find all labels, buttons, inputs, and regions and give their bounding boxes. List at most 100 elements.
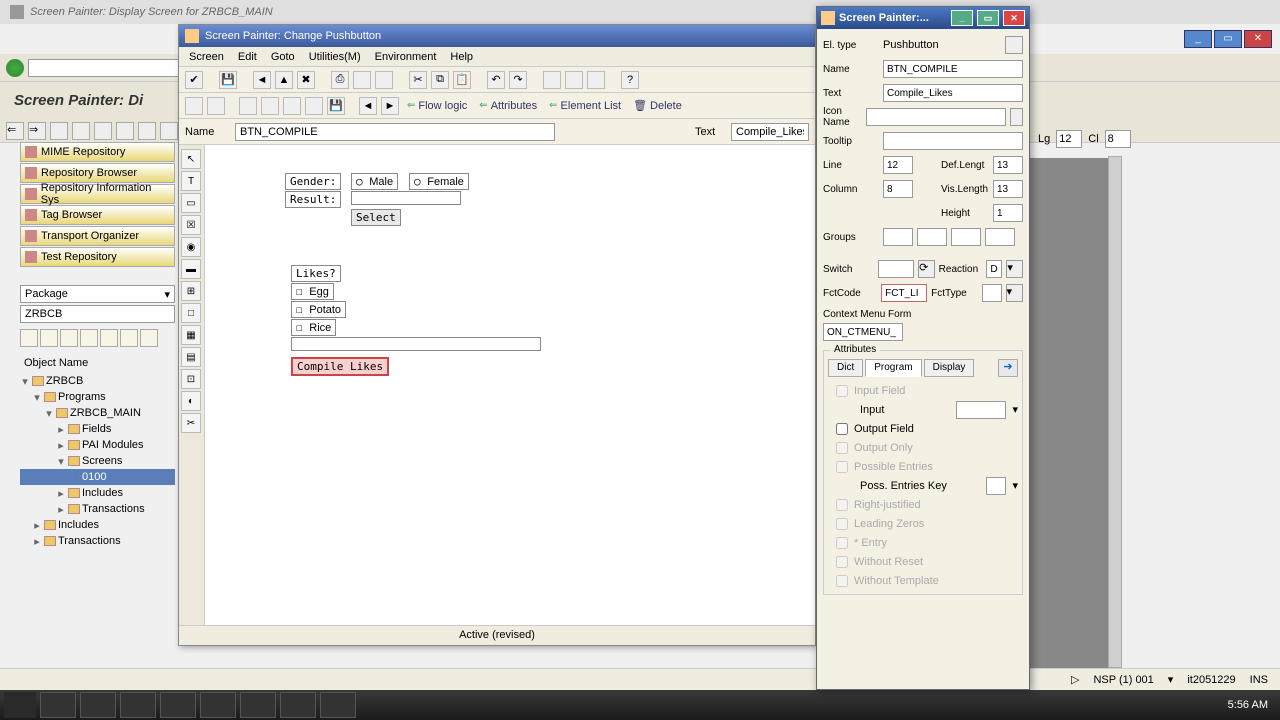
tool-icon[interactable] [375, 71, 393, 89]
prop-fctcode-input[interactable] [881, 284, 927, 302]
chk-output-field[interactable] [836, 423, 848, 435]
radio-male[interactable]: Male [351, 173, 398, 190]
nav-tag-browser[interactable]: Tag Browser [20, 205, 175, 225]
minimize-button[interactable]: _ [951, 10, 973, 26]
close-button[interactable]: ✕ [1244, 30, 1272, 48]
print-icon[interactable]: ⎙ [331, 71, 349, 89]
tree-tool-icon[interactable] [80, 329, 98, 347]
nav-test-repo[interactable]: Test Repository [20, 247, 175, 267]
enter-icon[interactable] [6, 59, 24, 77]
prop-line-input[interactable] [883, 156, 913, 174]
bg-scrollbar[interactable] [1108, 156, 1122, 668]
prop-fcttype-input[interactable] [982, 284, 1002, 302]
tool-icon[interactable] [160, 122, 178, 140]
prop-text-input[interactable] [883, 84, 1023, 102]
box-tool-icon[interactable]: □ [181, 303, 201, 323]
tree-tool-icon[interactable] [120, 329, 138, 347]
package-input[interactable] [20, 305, 175, 323]
element-text-input[interactable] [731, 123, 809, 141]
menu-screen[interactable]: Screen [189, 51, 224, 63]
package-dropdown[interactable]: Package▾ [20, 285, 175, 303]
custom-tool-icon[interactable]: ⊡ [181, 369, 201, 389]
check-tool-icon[interactable]: ☒ [181, 215, 201, 235]
check-egg[interactable]: Egg [291, 283, 334, 300]
tool-icon[interactable]: ✂ [181, 413, 201, 433]
tree-node-transactions[interactable]: ▸Transactions [20, 501, 175, 517]
tab-tool-icon[interactable]: ⊞ [181, 281, 201, 301]
prop-ctxmenu-input[interactable] [823, 323, 903, 341]
posskey-dropdown[interactable] [986, 477, 1006, 495]
dropdown-icon[interactable]: ▾ [1012, 403, 1018, 416]
tree-tool-icon[interactable] [140, 329, 158, 347]
tree-node-root[interactable]: ▾ZRBCB [20, 373, 175, 389]
dropdown-icon[interactable]: ▾ [1012, 479, 1018, 492]
back-icon[interactable]: ◄ [253, 71, 271, 89]
dropdown-icon[interactable]: ▾ [1006, 260, 1023, 278]
check-rice[interactable]: Rice [291, 319, 336, 336]
tab-scroll-icon[interactable]: ➔ [998, 359, 1018, 377]
element-list-link[interactable]: ⇐Element List [545, 100, 625, 112]
prop-vislen-input[interactable] [993, 180, 1023, 198]
taskbar-item[interactable] [200, 692, 236, 718]
likes-output-field[interactable] [291, 337, 541, 351]
taskbar-item[interactable] [80, 692, 116, 718]
redo-icon[interactable]: ↷ [509, 71, 527, 89]
maximize-button[interactable]: ▭ [1214, 30, 1242, 48]
paste-icon[interactable]: 📋 [453, 71, 471, 89]
tool-icon[interactable] [283, 97, 301, 115]
prop-group4-input[interactable] [985, 228, 1015, 246]
prop-group1-input[interactable] [883, 228, 913, 246]
up-icon[interactable]: ▲ [275, 71, 293, 89]
check-potato[interactable]: Potato [291, 301, 346, 318]
taskbar-item[interactable] [160, 692, 196, 718]
prop-icon-input[interactable] [866, 108, 1006, 126]
tree-node-fields[interactable]: ▸Fields [20, 421, 175, 437]
taskbar-item[interactable] [240, 692, 276, 718]
help-icon[interactable]: ? [621, 71, 639, 89]
nav-transport[interactable]: Transport Organizer [20, 226, 175, 246]
switch-picker-icon[interactable]: ⟳ [918, 260, 935, 278]
tick-icon[interactable]: ✔ [185, 71, 203, 89]
prop-group3-input[interactable] [951, 228, 981, 246]
prop-tooltip-input[interactable] [883, 132, 1023, 150]
menu-environment[interactable]: Environment [375, 51, 437, 63]
prop-name-input[interactable] [883, 60, 1023, 78]
flow-logic-link[interactable]: ⇐Flow logic [403, 100, 471, 112]
result-field[interactable] [351, 191, 461, 205]
next-icon[interactable]: ► [381, 97, 399, 115]
prop-switch-input[interactable] [878, 260, 914, 278]
tool-icon[interactable] [207, 97, 225, 115]
tab-program[interactable]: Program [865, 359, 921, 377]
input-dropdown[interactable] [956, 401, 1006, 419]
select-button[interactable]: Select [351, 209, 401, 226]
menu-utilities[interactable]: Utilities(M) [309, 51, 361, 63]
exit-icon[interactable]: ✖ [297, 71, 315, 89]
element-name-input[interactable] [235, 123, 555, 141]
radio-female[interactable]: Female [409, 173, 469, 190]
dropdown-icon[interactable]: ▾ [1006, 284, 1023, 302]
maximize-button[interactable]: ▭ [977, 10, 999, 26]
prop-reaction-input[interactable] [986, 260, 1002, 278]
taskbar-item[interactable] [320, 692, 356, 718]
tree-tool-icon[interactable] [40, 329, 58, 347]
tree-node-transactions2[interactable]: ▸Transactions [20, 533, 175, 549]
tree-tool-icon[interactable] [60, 329, 78, 347]
tree-node-programs[interactable]: ▾Programs [20, 389, 175, 405]
nav-fwd-icon[interactable]: ⇒ [28, 122, 46, 140]
tool-icon[interactable] [543, 71, 561, 89]
delete-link[interactable]: 🗑Delete [629, 99, 686, 112]
tree-node-includes[interactable]: ▸Includes [20, 485, 175, 501]
menu-edit[interactable]: Edit [238, 51, 257, 63]
tree-node-main[interactable]: ▾ZRBCB_MAIN [20, 405, 175, 421]
menu-help[interactable]: Help [450, 51, 473, 63]
compile-likes-button[interactable]: Compile Likes [291, 357, 389, 376]
prop-height-input[interactable] [993, 204, 1023, 222]
tool-icon[interactable] [138, 122, 156, 140]
icon-picker-icon[interactable] [1010, 108, 1023, 126]
tool-icon[interactable] [587, 71, 605, 89]
tool-icon[interactable] [305, 97, 323, 115]
nav-repo-browser[interactable]: Repository Browser [20, 163, 175, 183]
nav-mime[interactable]: MIME Repository [20, 142, 175, 162]
tool-icon[interactable] [353, 71, 371, 89]
tool-icon[interactable] [261, 97, 279, 115]
